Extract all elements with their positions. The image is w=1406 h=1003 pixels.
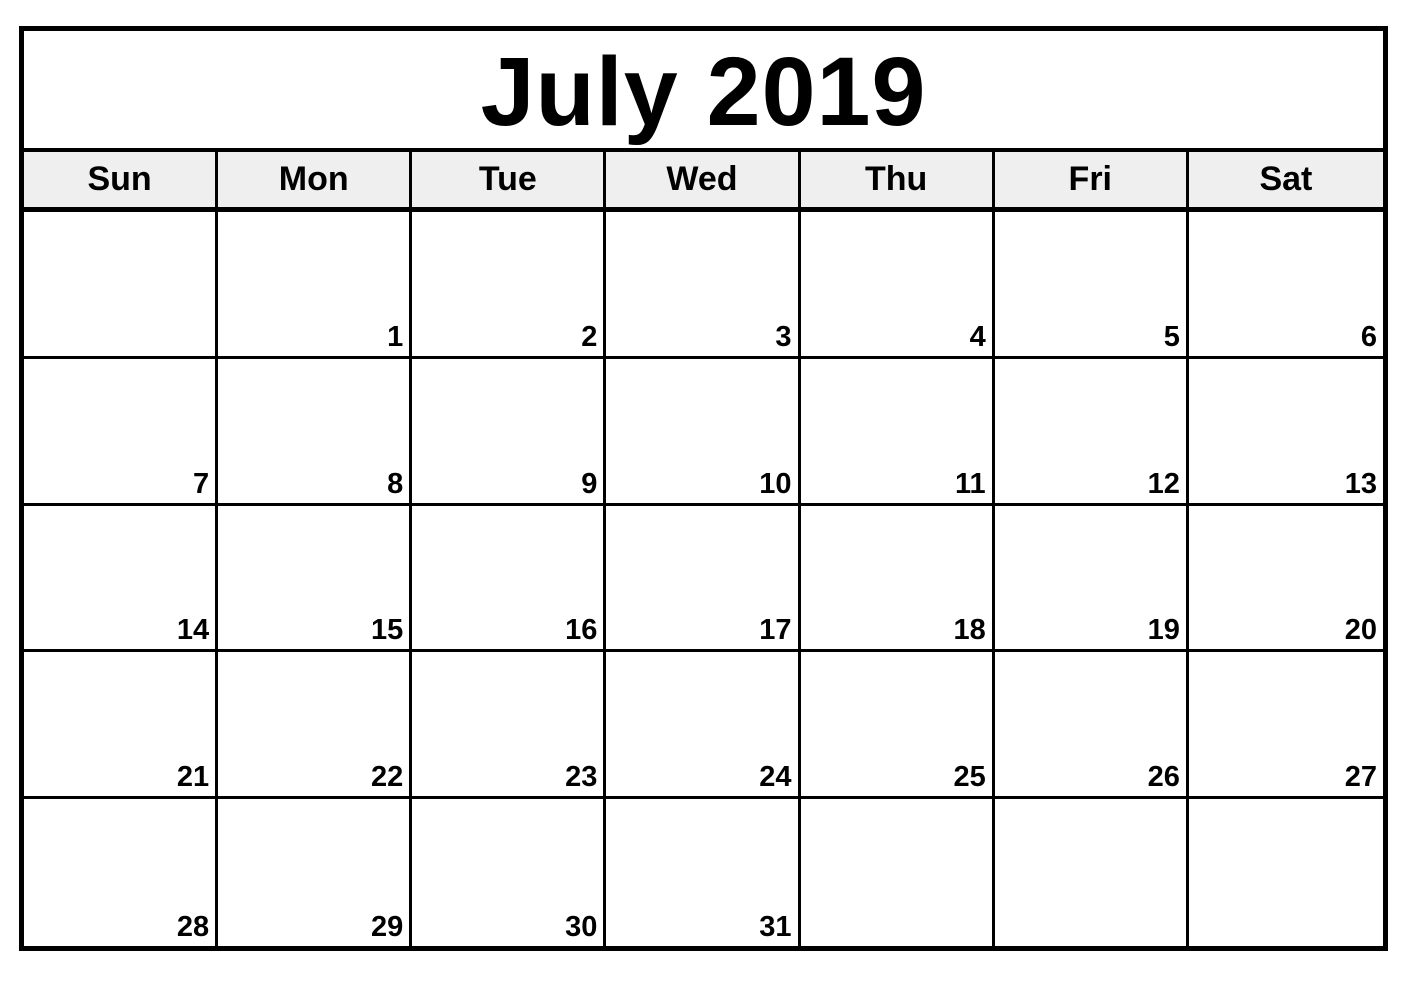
day-number: 13	[1344, 467, 1377, 500]
day-number: 10	[759, 467, 792, 500]
calendar-title: July 2019	[480, 37, 927, 146]
day-cell[interactable]: 29	[218, 799, 413, 946]
day-cell[interactable]: 3	[606, 212, 801, 359]
day-cell[interactable]: 12	[994, 358, 1189, 506]
day-number: 21	[176, 761, 210, 794]
day-cell[interactable]: 13	[1188, 359, 1383, 506]
day-cell[interactable]	[24, 212, 219, 359]
day-cell[interactable]	[801, 799, 995, 946]
weekday-header-wed: Wed	[606, 152, 801, 207]
weekday-header-tue: Tue	[412, 152, 607, 207]
day-cell[interactable]: 21	[24, 652, 219, 800]
day-cell[interactable]: 20	[1188, 506, 1383, 653]
day-cell[interactable]: 26	[994, 652, 1189, 800]
day-number: 7	[193, 467, 210, 500]
day-cell[interactable]: 27	[1188, 652, 1383, 800]
day-cell[interactable]: 5	[994, 212, 1189, 359]
day-number: 14	[176, 614, 210, 647]
day-cell[interactable]: 9	[412, 358, 607, 506]
day-cell[interactable]: 4	[800, 212, 995, 359]
day-number: 18	[953, 614, 986, 647]
day-cell[interactable]: 23	[412, 652, 607, 800]
day-number: 26	[1147, 761, 1180, 794]
day-number: 30	[565, 911, 598, 943]
day-cell[interactable]: 8	[218, 358, 413, 506]
day-number: 29	[371, 911, 404, 943]
day-cell[interactable]: 1	[218, 212, 413, 359]
day-cell[interactable]: 10	[606, 358, 801, 506]
day-cell[interactable]	[1189, 799, 1383, 946]
day-cell[interactable]: 19	[994, 505, 1189, 653]
day-number: 31	[759, 911, 792, 943]
day-number: 19	[1147, 614, 1180, 647]
weekday-header-thu: Thu	[801, 152, 995, 207]
weekday-header-sun: Sun	[24, 152, 219, 207]
day-cell[interactable]: 16	[412, 505, 607, 653]
day-number: 17	[759, 614, 792, 647]
day-number: 23	[565, 761, 598, 794]
day-number: 1	[387, 320, 404, 353]
calendar: July 2019 Sun Mon Tue Wed Thu Fri Sat 12…	[19, 26, 1388, 951]
day-number: 4	[969, 320, 986, 353]
weekday-header-row: Sun Mon Tue Wed Thu Fri Sat	[24, 152, 1383, 212]
day-number: 15	[371, 614, 404, 647]
day-number: 2	[581, 320, 598, 353]
day-number: 27	[1344, 761, 1377, 794]
day-cell[interactable]: 28	[24, 799, 219, 946]
day-cell[interactable]: 30	[412, 799, 607, 946]
day-number: 22	[371, 761, 404, 794]
day-number: 3	[775, 320, 792, 353]
day-cell[interactable]: 2	[412, 212, 607, 359]
day-number: 6	[1360, 320, 1377, 353]
day-cell[interactable]: 25	[800, 652, 995, 800]
day-number: 16	[565, 614, 598, 647]
weekday-header-mon: Mon	[218, 152, 413, 207]
weekday-header-fri: Fri	[995, 152, 1189, 207]
day-cell[interactable]: 14	[24, 505, 219, 653]
day-number: 12	[1147, 467, 1180, 500]
day-grid: 1 2 3 4 5 6 7 8 9 10 11 12 13 14 15 16 17 18 19 20 21 22 23 24 2…	[24, 212, 1383, 946]
day-number: 5	[1163, 320, 1180, 353]
day-number: 9	[581, 467, 598, 500]
day-cell[interactable]: 31	[606, 799, 801, 946]
day-cell[interactable]: 22	[218, 652, 413, 800]
day-number: 24	[759, 761, 792, 794]
day-number: 20	[1344, 614, 1377, 647]
day-cell[interactable]: 18	[800, 505, 995, 653]
day-number: 28	[176, 911, 210, 943]
weekday-header-sat: Sat	[1259, 160, 1313, 198]
day-cell[interactable]: 6	[1188, 212, 1383, 359]
day-cell[interactable]	[995, 799, 1189, 946]
day-cell[interactable]: 24	[606, 652, 801, 800]
title-bar: July 2019	[24, 31, 1383, 152]
day-cell[interactable]: 7	[24, 358, 219, 506]
day-cell[interactable]: 15	[218, 505, 413, 653]
day-cell[interactable]: 17	[606, 505, 801, 653]
day-number: 25	[953, 761, 986, 794]
day-number: 8	[387, 467, 404, 500]
day-cell[interactable]: 11	[800, 358, 995, 506]
day-number: 11	[955, 467, 986, 500]
